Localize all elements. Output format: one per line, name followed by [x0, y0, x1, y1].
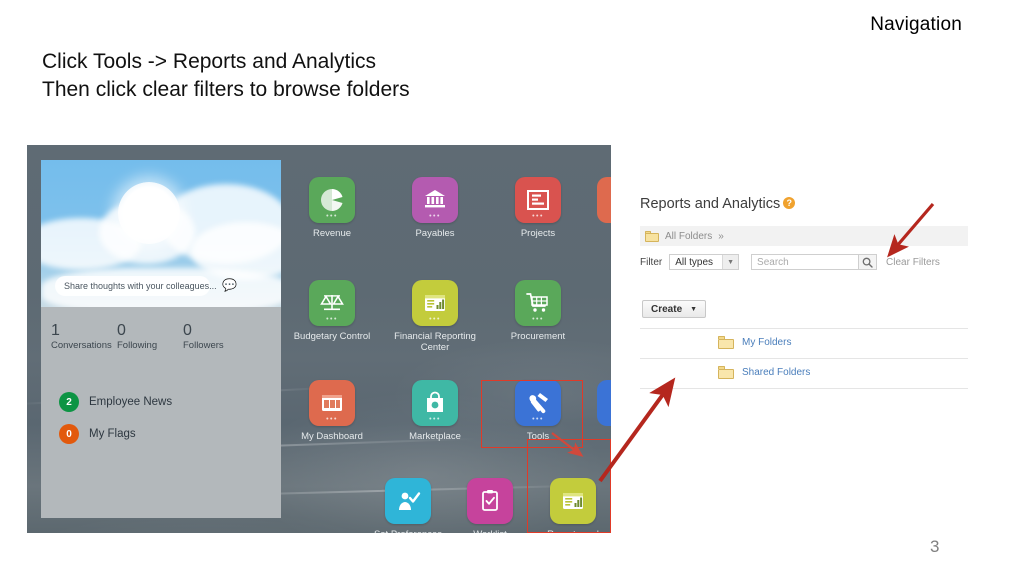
- overflow-dots: •••: [532, 316, 544, 323]
- app-label: Financial Reporting Center: [394, 331, 476, 353]
- app-tile-procurement[interactable]: ••• Procurement: [495, 280, 581, 342]
- person-check-icon: [385, 478, 431, 524]
- overflow-dots: •••: [429, 316, 441, 323]
- app-label: Projects: [520, 228, 556, 239]
- feed-item-label: Employee News: [89, 396, 173, 408]
- instruction-text: Click Tools -> Reports and Analytics The…: [42, 48, 410, 103]
- folder-icon: [645, 230, 659, 242]
- stat-label: Conversations: [51, 340, 112, 351]
- app-tile-projects[interactable]: ••• Projects: [495, 177, 581, 239]
- stat-value: 1: [51, 322, 60, 339]
- stat-label: Following: [117, 340, 158, 351]
- reports-and-analytics-panel: Reports and Analytics? All Folders » Fil…: [640, 192, 970, 392]
- stat-label: Followers: [183, 340, 224, 351]
- folder-icon: [718, 366, 734, 379]
- app-tile-financial-reporting-center[interactable]: ••• Financial Reporting Center: [392, 280, 478, 353]
- clipboard-check-icon: [467, 478, 513, 524]
- app-tile-partial: [597, 380, 611, 426]
- folder-row-my-folders[interactable]: My Folders: [718, 336, 791, 349]
- app-label: Payables: [415, 228, 455, 239]
- app-tile-revenue[interactable]: ••• Revenue: [289, 177, 375, 239]
- panel-title: Reports and Analytics?: [640, 196, 796, 212]
- folder-row-shared-folders[interactable]: Shared Folders: [718, 366, 810, 379]
- filter-label: Filter: [640, 256, 663, 268]
- list-divider: [640, 388, 968, 389]
- overflow-dots: •••: [326, 316, 338, 323]
- dashboard-icon: •••: [309, 380, 355, 426]
- stat-following: 0 Following: [117, 322, 183, 351]
- app-tile-partial: [597, 177, 611, 223]
- folder-link[interactable]: My Folders: [742, 337, 791, 348]
- folder-link[interactable]: Shared Folders: [742, 367, 810, 378]
- app-label: My Dashboard: [301, 431, 363, 442]
- overflow-dots: •••: [532, 213, 544, 220]
- stat-value: 0: [183, 322, 192, 339]
- conversations-card: Share thoughts with your colleagues... 💬…: [41, 160, 281, 518]
- app-tile-worklist[interactable]: Worklist: [447, 478, 533, 533]
- page-number: 3: [930, 537, 940, 556]
- overflow-dots: •••: [326, 213, 338, 220]
- sun-shape: [118, 182, 180, 244]
- filter-toolbar: Filter All types ▼ Search Clear Filters: [640, 254, 940, 270]
- app-tile-set-preferences[interactable]: Set Preferences: [365, 478, 451, 533]
- list-divider: [640, 358, 968, 359]
- count-badge: 0: [59, 424, 79, 444]
- overflow-dots: •••: [326, 416, 338, 423]
- share-icon[interactable]: 💬: [222, 279, 237, 291]
- caret-down-icon: ▼: [690, 305, 698, 313]
- search-group: Search: [751, 254, 878, 270]
- overflow-dots: •••: [429, 213, 441, 220]
- shopping-cart-icon: •••: [515, 280, 561, 326]
- app-label: Procurement: [510, 331, 566, 342]
- app-tile-my-dashboard[interactable]: ••• My Dashboard: [289, 380, 375, 442]
- instruction-line-1: Click Tools -> Reports and Analytics: [42, 50, 377, 73]
- count-badge: 2: [59, 392, 79, 412]
- list-divider: [640, 328, 968, 329]
- highlight-box-tools: [481, 380, 583, 448]
- shopping-bag-icon: •••: [412, 380, 458, 426]
- share-thoughts-input[interactable]: Share thoughts with your colleagues...: [55, 276, 217, 296]
- filter-type-value: All types: [675, 256, 714, 268]
- chevron-double-right-icon[interactable]: »: [718, 231, 724, 242]
- app-tile-payables[interactable]: ••• Payables: [392, 177, 478, 239]
- social-stats: 1 Conversations 0 Following 0 Followers: [51, 322, 271, 351]
- highlight-box-reports-and-analytics: [527, 439, 611, 533]
- create-button-label: Create: [651, 303, 683, 315]
- stat-value: 0: [117, 322, 126, 339]
- filter-type-select[interactable]: All types ▼: [669, 254, 740, 270]
- pie-chart-icon: •••: [309, 177, 355, 223]
- stat-conversations: 1 Conversations: [51, 322, 117, 351]
- slide-canvas: Navigation Click Tools -> Reports and An…: [0, 0, 1024, 576]
- scales-icon: •••: [309, 280, 355, 326]
- instruction-line-2: Then click clear filters to browse folde…: [42, 77, 410, 101]
- help-icon[interactable]: ?: [783, 197, 796, 209]
- search-input[interactable]: Search: [751, 254, 860, 270]
- app-label: Revenue: [312, 228, 352, 239]
- feed-item-my-flags[interactable]: 0 My Flags: [59, 424, 136, 444]
- folder-icon: [718, 336, 734, 349]
- breadcrumb-all-folders[interactable]: All Folders: [665, 231, 712, 242]
- stat-followers: 0 Followers: [183, 322, 249, 351]
- create-button[interactable]: Create ▼: [642, 300, 707, 318]
- bar-report-icon: •••: [515, 177, 561, 223]
- search-icon[interactable]: [859, 254, 878, 270]
- app-label: Marketplace: [409, 431, 461, 442]
- springboard-screenshot: Share thoughts with your colleagues... 💬…: [27, 145, 611, 533]
- overflow-dots: •••: [429, 416, 441, 423]
- feed-item-employee-news[interactable]: 2 Employee News: [59, 392, 172, 412]
- report-window-icon: •••: [412, 280, 458, 326]
- app-label: Set Preferences: [365, 529, 451, 533]
- app-tile-budgetary-control[interactable]: ••• Budgetary Control: [289, 280, 375, 342]
- chevron-down-icon[interactable]: ▼: [722, 255, 739, 269]
- feed-item-label: My Flags: [89, 428, 136, 440]
- breadcrumb: All Folders »: [640, 226, 968, 246]
- navigation-header: Navigation: [870, 14, 962, 35]
- panel-title-text: Reports and Analytics: [640, 196, 781, 212]
- app-label: Budgetary Control: [293, 331, 371, 342]
- app-label: Worklist: [447, 529, 533, 533]
- bank-icon: •••: [412, 177, 458, 223]
- app-tile-marketplace[interactable]: ••• Marketplace: [392, 380, 478, 442]
- clear-filters-link[interactable]: Clear Filters: [886, 257, 940, 268]
